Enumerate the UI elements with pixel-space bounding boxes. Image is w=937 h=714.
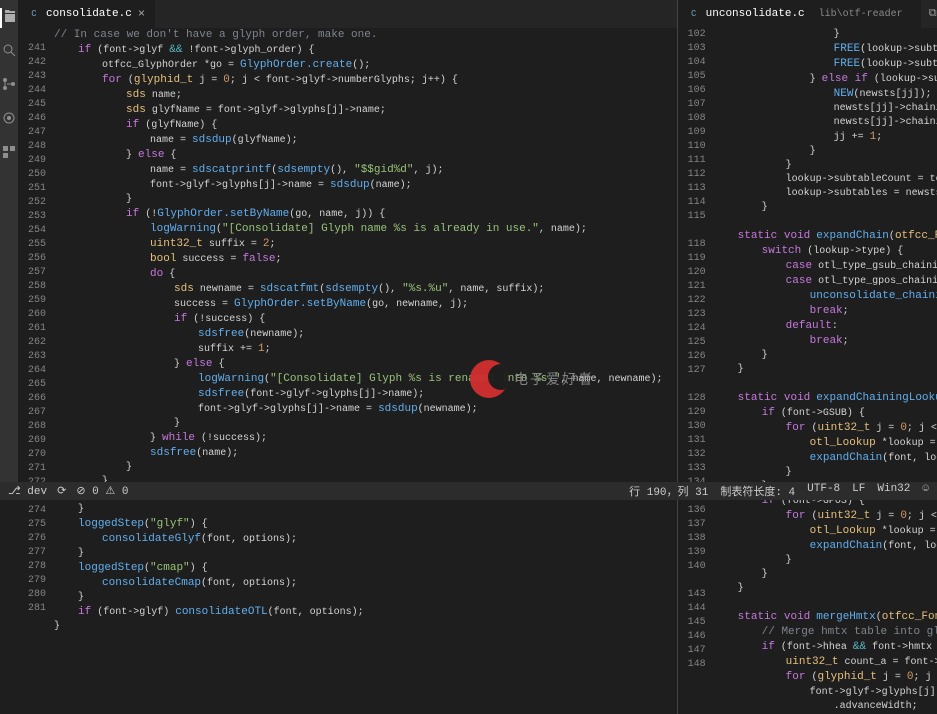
c-file-icon: C bbox=[28, 8, 40, 20]
gutter: 102 103 104 105 106 107 108 109 110 111 … bbox=[678, 28, 714, 714]
feedback-icon[interactable]: ☺ bbox=[922, 483, 929, 499]
tab-label: consolidate.c bbox=[46, 8, 132, 20]
encoding[interactable]: UTF-8 bbox=[807, 483, 840, 499]
code-left[interactable]: // In case we don't have a glyph order, … bbox=[54, 28, 677, 714]
debug-icon[interactable] bbox=[1, 110, 17, 130]
extensions-icon[interactable] bbox=[1, 144, 17, 164]
activity-bar bbox=[0, 0, 18, 482]
gutter: 241 242 243 244 245 246 247 248 249 250 … bbox=[18, 28, 54, 714]
problems[interactable]: ⊘ 0 ⚠ 0 bbox=[76, 484, 128, 498]
tab-label: unconsolidate.c bbox=[706, 8, 805, 20]
sync-icon[interactable]: ⟳ bbox=[57, 484, 66, 498]
editor-right[interactable]: 102 103 104 105 106 107 108 109 110 111 … bbox=[678, 28, 937, 714]
compare-icon[interactable]: ⧉ bbox=[929, 8, 937, 20]
code-right[interactable]: } FREE(lookup->subtables[j]->chaining.ru… bbox=[714, 28, 937, 714]
lang-mode[interactable]: Win32 bbox=[877, 483, 910, 499]
status-bar: ⎇ dev ⟳ ⊘ 0 ⚠ 0 行 190，列 31 制表符长度: 4 UTF-… bbox=[0, 482, 937, 500]
explorer-icon[interactable] bbox=[0, 8, 18, 28]
editor-left[interactable]: 241 242 243 244 245 246 247 248 249 250 … bbox=[18, 28, 677, 714]
c-file-icon: C bbox=[688, 8, 700, 20]
cursor-position[interactable]: 行 190，列 31 bbox=[629, 483, 708, 499]
tab-bar: C consolidate.c × C unconsolidate.c lib\… bbox=[18, 0, 937, 28]
eol[interactable]: LF bbox=[852, 483, 865, 499]
indent[interactable]: 制表符长度: 4 bbox=[720, 483, 795, 499]
tab-crumb: lib\otf-reader bbox=[811, 9, 911, 20]
branch-indicator[interactable]: ⎇ dev bbox=[8, 484, 47, 498]
tab-unconsolidate[interactable]: C unconsolidate.c lib\otf-reader bbox=[678, 0, 921, 28]
scm-icon[interactable] bbox=[1, 76, 17, 96]
editor-area: C consolidate.c × C unconsolidate.c lib\… bbox=[18, 0, 937, 482]
tab-consolidate[interactable]: C consolidate.c × bbox=[18, 0, 155, 28]
close-icon[interactable]: × bbox=[138, 7, 145, 21]
search-icon[interactable] bbox=[1, 42, 17, 62]
